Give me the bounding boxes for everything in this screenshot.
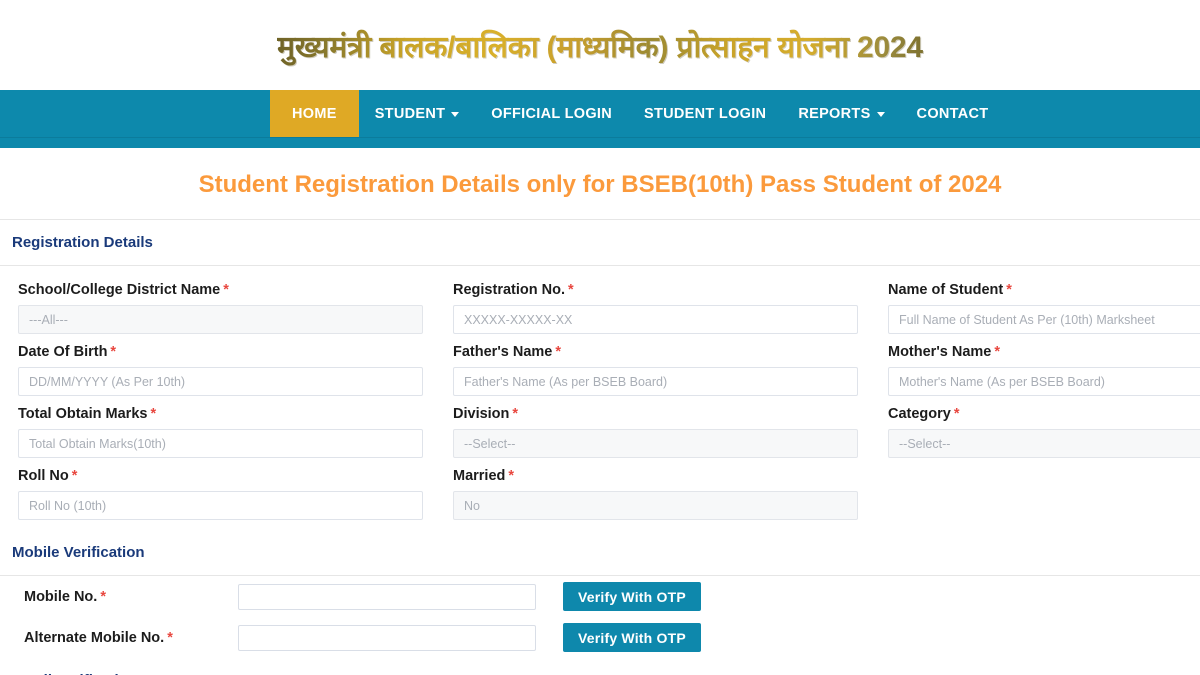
main-navigation: HOME STUDENT OFFICIAL LOGIN STUDENT LOGI… [0, 90, 1200, 138]
student-name-input[interactable]: Full Name of Student As Per (10th) Marks… [888, 305, 1200, 334]
field-label: Registration No. * [453, 282, 870, 298]
form-row: School/College District Name * ---All--- … [0, 282, 1200, 334]
field-label: Date Of Birth * [18, 344, 435, 360]
label-text: School/College District Name [18, 282, 221, 298]
form-row: Date Of Birth * DD/MM/YYYY (As Per 10th) … [0, 344, 1200, 396]
required-asterisk: * [110, 344, 117, 360]
field-group-category: Category * --Select-- [870, 406, 1200, 458]
required-asterisk: * [100, 588, 106, 605]
section-title-mobile-verification: Mobile Verification [12, 544, 145, 561]
label-text: Date Of Birth [18, 344, 108, 360]
label-text: Alternate Mobile No. [24, 629, 165, 646]
field-group-mother-name: Mother's Name * Mother's Name (As per BSE… [870, 344, 1200, 396]
label-text: Roll No [18, 468, 69, 484]
label-text: Category [888, 406, 951, 422]
nav-item-label: OFFICIAL LOGIN [491, 105, 613, 122]
field-label: Father's Name * [453, 344, 870, 360]
required-asterisk: * [508, 468, 515, 484]
required-asterisk: * [567, 282, 574, 298]
chevron-down-icon [451, 112, 460, 117]
field-label: Mother's Name * [888, 344, 1200, 360]
verify-mobile-otp-button[interactable]: Verify With OTP [563, 582, 701, 611]
site-header: मुख्यमंत्री बालक/बालिका (माध्यमिक) प्रोत… [0, 0, 1200, 90]
nav-item-reports[interactable]: REPORTS [782, 90, 900, 137]
category-select[interactable]: --Select-- [888, 429, 1200, 458]
required-asterisk: * [150, 406, 157, 422]
field-label: School/College District Name * [18, 282, 435, 298]
label-text: Division [453, 406, 510, 422]
field-group-student-name: Name of Student * Full Name of Student As… [870, 282, 1200, 334]
field-group-empty [870, 468, 1200, 520]
field-group-married: Married * No [435, 468, 870, 520]
nav-item-student[interactable]: STUDENT [359, 90, 476, 137]
field-label: Name of Student * [888, 282, 1200, 298]
registration-no-input[interactable]: XXXXX-XXXXX-XX [453, 305, 858, 334]
required-asterisk: * [223, 282, 229, 298]
field-label: Roll No * [18, 468, 435, 484]
form-row: Roll No * Roll No (10th) Married * No [0, 468, 1200, 520]
father-name-input[interactable]: Father's Name (As per BSEB Board) [453, 367, 858, 396]
married-select[interactable]: No [453, 491, 858, 520]
alternate-mobile-no-row: Alternate Mobile No. * Verify With OTP [0, 623, 1200, 652]
form-row: Total Obtain Marks * Total Obtain Marks(1… [0, 406, 1200, 458]
label-text: Married [453, 468, 506, 484]
field-group-father-name: Father's Name * Father's Name (As per BSE… [435, 344, 870, 396]
nav-item-label: CONTACT [916, 105, 989, 122]
nav-item-official-login[interactable]: OFFICIAL LOGIN [475, 90, 628, 137]
label-text: Mobile No. [24, 588, 98, 605]
nav-item-label: REPORTS [798, 105, 871, 122]
verify-alternate-mobile-otp-button[interactable]: Verify With OTP [563, 623, 701, 652]
label-text: Total Obtain Marks [18, 406, 148, 422]
nav-item-contact[interactable]: CONTACT [901, 90, 1005, 137]
district-select[interactable]: ---All--- [18, 305, 423, 334]
nav-bottom-strip [0, 138, 1200, 148]
mother-name-input[interactable]: Mother's Name (As per BSEB Board) [888, 367, 1200, 396]
dob-input[interactable]: DD/MM/YYYY (As Per 10th) [18, 367, 423, 396]
required-asterisk: * [1006, 282, 1012, 298]
required-asterisk: * [71, 468, 78, 484]
field-label: Married * [453, 468, 870, 484]
roll-no-input[interactable]: Roll No (10th) [18, 491, 423, 520]
alternate-mobile-no-input[interactable] [238, 624, 536, 651]
field-group-dob: Date Of Birth * DD/MM/YYYY (As Per 10th) [0, 344, 435, 396]
field-group-roll-no: Roll No * Roll No (10th) [0, 468, 435, 520]
required-asterisk: * [512, 406, 519, 422]
nav-item-label: STUDENT [374, 105, 446, 122]
total-marks-input[interactable]: Total Obtain Marks(10th) [18, 429, 423, 458]
field-label: Category * [888, 406, 1200, 422]
mobile-no-input[interactable] [238, 583, 536, 610]
mobile-no-label: Mobile No. * [24, 589, 238, 605]
field-group-division: Division * --Select-- [435, 406, 870, 458]
section-title-email-verification: Email Verification [0, 664, 1200, 675]
division-select[interactable]: --Select-- [453, 429, 858, 458]
required-asterisk: * [953, 406, 960, 422]
field-group-registration-no: Registration No. * XXXXX-XXXXX-XX [435, 282, 870, 334]
page-heading: Student Registration Details only for BS… [198, 171, 1002, 198]
alternate-mobile-no-label: Alternate Mobile No. * [24, 630, 238, 646]
required-asterisk: * [994, 344, 1001, 360]
field-label: Total Obtain Marks * [18, 406, 435, 422]
chevron-down-icon [876, 112, 885, 117]
section-title-registration: Registration Details [12, 234, 153, 251]
nav-item-label: HOME [292, 105, 337, 122]
field-label: Division * [453, 406, 870, 422]
label-text: Name of Student [888, 282, 1004, 298]
label-text: Mother's Name [888, 344, 992, 360]
required-asterisk: * [555, 344, 562, 360]
mobile-verification-form: Mobile No. * Verify With OTP Alternate Mo… [0, 576, 1200, 652]
nav-item-student-login[interactable]: STUDENT LOGIN [628, 90, 782, 137]
nav-item-label: STUDENT LOGIN [644, 105, 767, 122]
label-text: Father's Name [453, 344, 553, 360]
field-group-total-marks: Total Obtain Marks * Total Obtain Marks(1… [0, 406, 435, 458]
registration-form: School/College District Name * ---All--- … [0, 266, 1200, 520]
label-text: Registration No. [453, 282, 565, 298]
field-group-district: School/College District Name * ---All--- [0, 282, 435, 334]
mobile-no-row: Mobile No. * Verify With OTP [0, 582, 1200, 611]
required-asterisk: * [167, 629, 173, 646]
nav-item-home[interactable]: HOME [270, 90, 359, 137]
page-title: मुख्यमंत्री बालक/बालिका (माध्यमिक) प्रोत… [277, 25, 923, 66]
